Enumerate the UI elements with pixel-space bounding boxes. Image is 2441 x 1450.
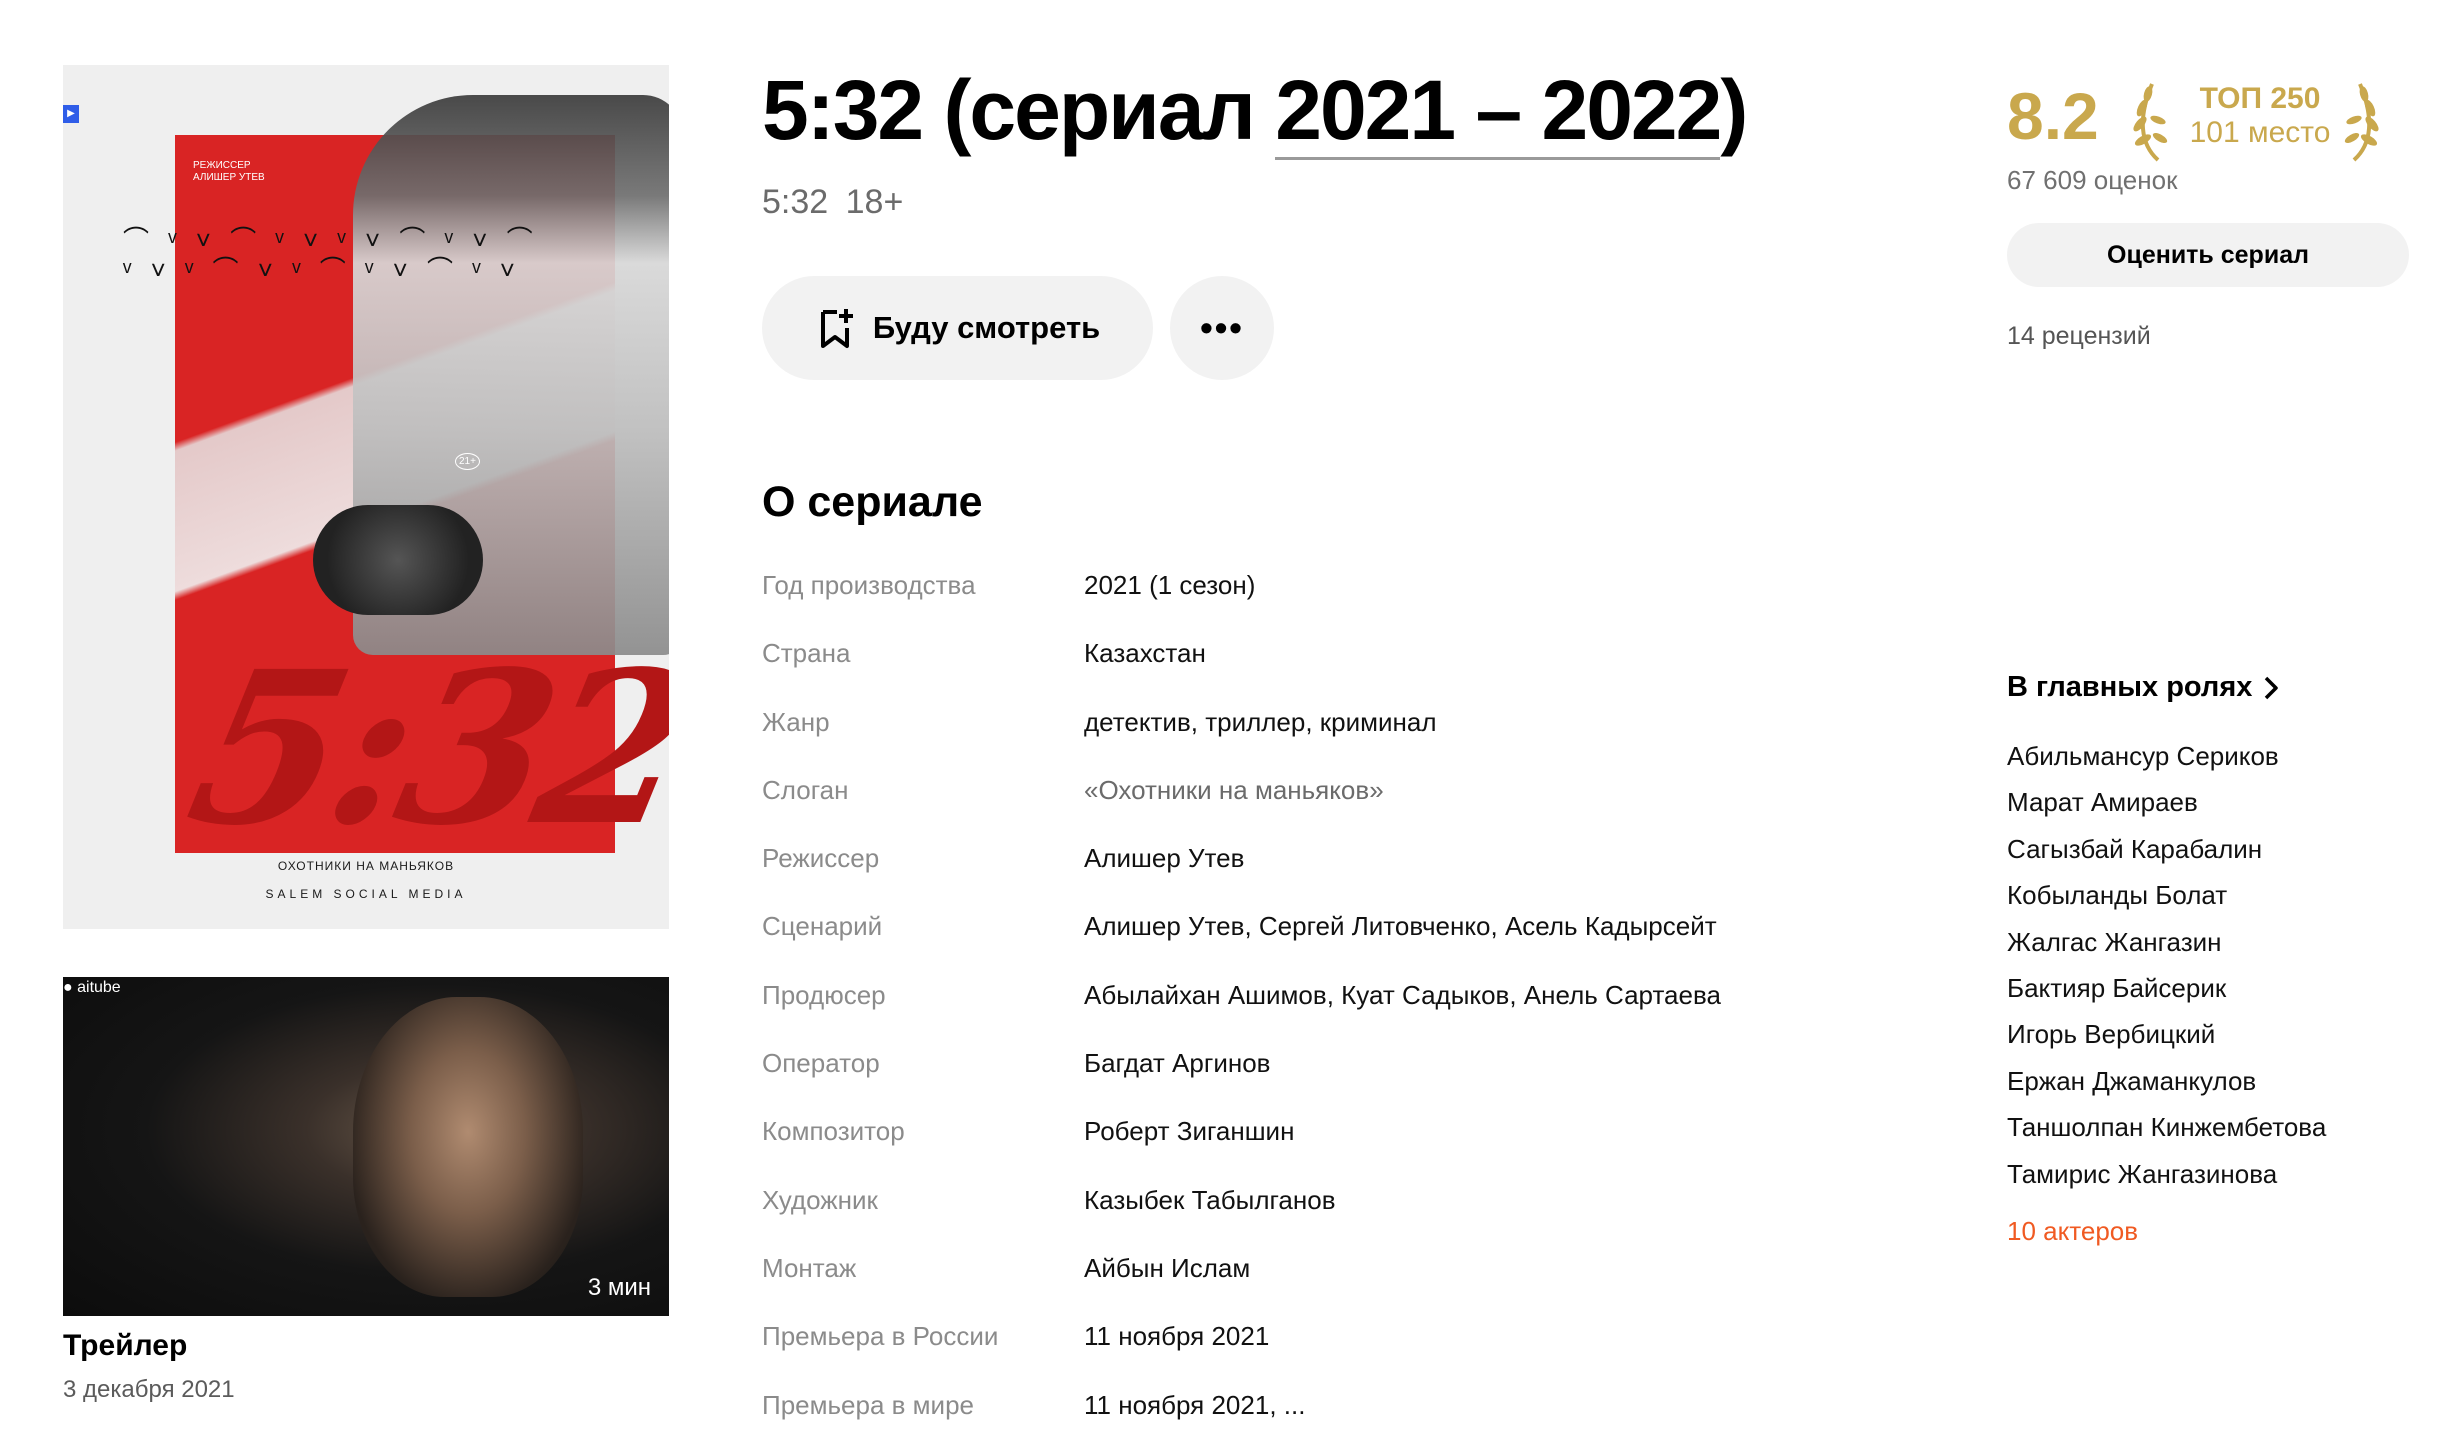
cast-actor[interactable]: Марат Амираев bbox=[2007, 784, 2326, 830]
page-title-text: 5:32 (сериал bbox=[762, 63, 1276, 157]
info-row-producer: Продюсер Абылайхан Ашимов, Куат Садыков,… bbox=[762, 972, 1762, 1040]
cast-heading[interactable]: В главных ролях bbox=[2007, 671, 2280, 704]
info-value[interactable]: Алишер Утев bbox=[1084, 843, 1244, 874]
poster-figure-lower bbox=[313, 505, 483, 615]
info-label: Оператор bbox=[762, 1048, 880, 1079]
about-table: Год производства 2021 (1 сезон) Страна К… bbox=[762, 562, 1762, 1450]
info-row-composer: Композитор Роберт Зиганшин bbox=[762, 1108, 1762, 1176]
info-row-director: Режиссер Алишер Утев bbox=[762, 835, 1762, 903]
watch-later-button[interactable]: Буду смотреть bbox=[762, 276, 1153, 380]
play-badge-icon: ▶ bbox=[63, 105, 79, 123]
title-years-link[interactable]: 2021 – 2022 bbox=[1275, 63, 1722, 160]
top250-badge[interactable]: ТОП 250 101 место bbox=[2180, 82, 2340, 150]
info-row-year: Год производства 2021 (1 сезон) bbox=[762, 562, 1762, 630]
info-row-premiere-russia: Премьера в России 11 ноября 2021 bbox=[762, 1313, 1762, 1381]
poster-studio: SALEM SOCIAL MEDIA bbox=[265, 887, 467, 901]
page-title-suffix: ) bbox=[1720, 63, 1748, 157]
info-row-writer: Сценарий Алишер Утев, Сергей Литовченко,… bbox=[762, 903, 1762, 971]
age-rating: 18+ bbox=[845, 183, 904, 221]
cast-actor[interactable]: Бактияр Байсерик bbox=[2007, 970, 2326, 1016]
trailer-channel-logo: ● aitube bbox=[63, 979, 121, 996]
trailer-title[interactable]: Трейлер bbox=[63, 1329, 187, 1363]
trailer-duration: 3 мин bbox=[587, 1274, 651, 1301]
info-value[interactable]: детектив, триллер, криминал bbox=[1084, 707, 1437, 738]
chevron-right-icon bbox=[2265, 676, 2279, 699]
info-label: Страна bbox=[762, 638, 851, 669]
info-value[interactable]: Багдат Аргинов bbox=[1084, 1048, 1270, 1079]
votes-count: 67 609 оценок bbox=[2007, 165, 2178, 195]
info-label: Режиссер bbox=[762, 843, 880, 874]
more-dots-icon: ••• bbox=[1200, 307, 1244, 348]
poster-age-badge: 21+ bbox=[455, 453, 480, 470]
laurel-left-icon bbox=[2133, 83, 2168, 162]
rate-series-button[interactable]: Оценить сериал bbox=[2007, 223, 2409, 287]
info-row-genre: Жанр детектив, триллер, криминал bbox=[762, 699, 1762, 767]
bookmark-add-icon bbox=[820, 309, 853, 348]
about-heading: О сериале bbox=[762, 478, 983, 526]
info-label: Сценарий bbox=[762, 911, 883, 942]
cast-list: Абильмансур Сериков Марат Амираев Сагызб… bbox=[2007, 738, 2326, 1202]
cast-more-link[interactable]: 10 актеров bbox=[2007, 1216, 2138, 1247]
cast-actor[interactable]: Таншолпан Кинжембетова bbox=[2007, 1109, 2326, 1155]
original-title: 5:32 bbox=[762, 183, 829, 221]
poster-credit: РЕЖИССЕР АЛИШЕР УТЕВ bbox=[193, 160, 265, 184]
info-value[interactable]: Казыбек Табылганов bbox=[1084, 1185, 1336, 1216]
info-value[interactable]: Айбын Ислам bbox=[1084, 1253, 1250, 1284]
reviews-link[interactable]: 14 рецензий bbox=[2007, 322, 2151, 351]
info-label: Продюсер bbox=[762, 979, 886, 1010]
info-label: Художник bbox=[762, 1184, 878, 1215]
info-label: Монтаж bbox=[762, 1252, 857, 1283]
trailer-face bbox=[353, 997, 583, 1297]
top250-title: ТОП 250 bbox=[2199, 82, 2321, 115]
trailer-thumbnail[interactable]: ● aitube 3 мин bbox=[63, 977, 669, 1316]
poster-tagline: ОХОТНИКИ НА МАНЬЯКОВ bbox=[277, 859, 455, 873]
watch-later-label: Буду смотреть bbox=[872, 310, 1101, 345]
cast-heading-label: В главных ролях bbox=[2007, 671, 2253, 703]
info-value[interactable]: Алишер Утев, Сергей Литовченко, Асель Ка… bbox=[1084, 911, 1717, 942]
cast-actor[interactable]: Кобыланды Болат bbox=[2007, 877, 2326, 923]
info-label: Композитор bbox=[762, 1116, 905, 1147]
info-value[interactable]: Абылайхан Ашимов, Куат Садыков, Анель Са… bbox=[1084, 980, 1721, 1011]
more-options-button[interactable]: ••• bbox=[1170, 276, 1274, 380]
cast-actor[interactable]: Игорь Вербицкий bbox=[2007, 1016, 2326, 1062]
page-title: 5:32 (сериал 2021 – 2022) bbox=[762, 62, 1748, 160]
cast-actor[interactable]: Сагызбай Карабалин bbox=[2007, 831, 2326, 877]
info-value[interactable]: Казахстан bbox=[1084, 638, 1206, 669]
rating-score: 8.2 bbox=[2007, 79, 2099, 153]
info-label: Слоган bbox=[762, 774, 849, 805]
info-label: Премьера в России bbox=[762, 1321, 999, 1352]
cast-actor[interactable]: Тамирис Жангазинова bbox=[2007, 1156, 2326, 1202]
info-label: Год производства bbox=[762, 570, 976, 600]
info-row-country: Страна Казахстан bbox=[762, 630, 1762, 698]
trailer-channel: aitube bbox=[77, 979, 121, 996]
info-row-artist: Художник Казыбек Табылганов bbox=[762, 1177, 1762, 1245]
poster-image[interactable]: ⌒ ᵛ ˅ ⌒ ᵛ ˅ ᵛ ˅ ⌒ ᵛ ˅ ⌒ ᵛ ˅ ᵛ ⌒ ˅ ᵛ ⌒ ᵛ … bbox=[63, 65, 669, 929]
info-value[interactable]: Роберт Зиганшин bbox=[1084, 1116, 1294, 1147]
info-row-editor: Монтаж Айбын Ислам bbox=[762, 1245, 1762, 1313]
cast-actor[interactable]: Жалгас Жангазин bbox=[2007, 924, 2326, 970]
poster-title-art: 5:32 bbox=[171, 625, 669, 872]
info-value[interactable]: 2021 (1 сезон) bbox=[1084, 570, 1255, 601]
cast-actor[interactable]: Абильмансур Сериков bbox=[2007, 738, 2326, 784]
info-row-operator: Оператор Багдат Аргинов bbox=[762, 1040, 1762, 1108]
poster-director-caption: РЕЖИССЕР bbox=[193, 160, 251, 171]
info-value: «Охотники на маньяков» bbox=[1084, 774, 1384, 805]
info-value[interactable]: 11 ноября 2021 bbox=[1084, 1321, 1269, 1352]
info-label: Жанр bbox=[762, 706, 830, 737]
poster-director-name: АЛИШЕР УТЕВ bbox=[193, 172, 265, 183]
laurel-right-icon bbox=[2344, 83, 2379, 162]
poster-birds: ⌒ ᵛ ˅ ⌒ ᵛ ˅ ᵛ ˅ ⌒ ᵛ ˅ ⌒ ᵛ ˅ ᵛ ⌒ ˅ ᵛ ⌒ ᵛ … bbox=[123, 225, 539, 285]
trailer-date: 3 декабря 2021 bbox=[63, 1376, 235, 1403]
top250-place: 101 место bbox=[2189, 116, 2331, 149]
original-title-line: 5:32 18+ bbox=[762, 183, 903, 222]
cast-actor[interactable]: Ержан Джаманкулов bbox=[2007, 1063, 2326, 1109]
info-row-slogan: Слоган «Охотники на маньяков» bbox=[762, 767, 1762, 835]
